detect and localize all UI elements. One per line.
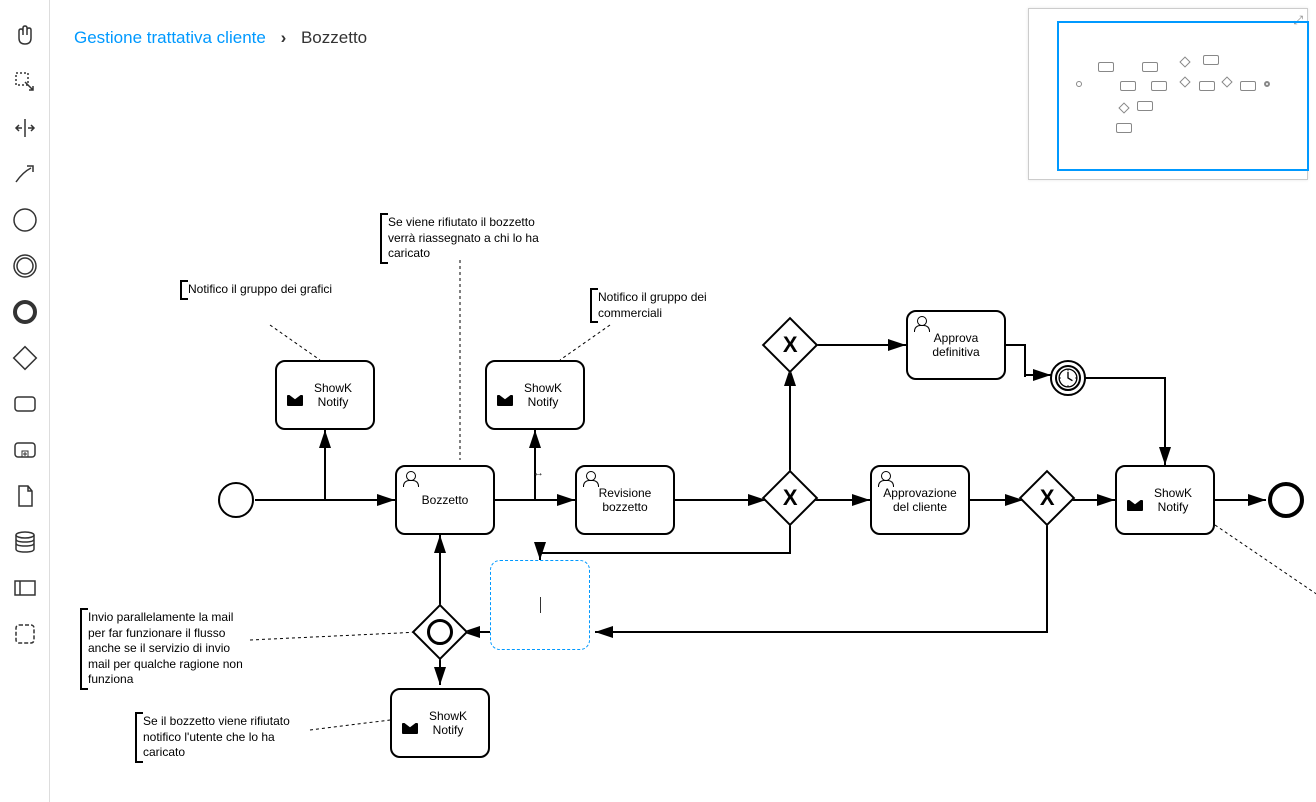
task-label: Bozzetto <box>422 493 469 507</box>
task-label: ShowK Notify <box>507 381 579 409</box>
breadcrumb-current: Bozzetto <box>301 28 367 47</box>
task-bozzetto[interactable]: Bozzetto <box>395 465 495 535</box>
minimap[interactable]: ⤢ <box>1028 8 1308 180</box>
data-store-icon[interactable] <box>9 526 41 558</box>
subprocess-icon[interactable] <box>9 434 41 466</box>
gateway-exclusive-1[interactable] <box>762 470 819 527</box>
task-approvazione[interactable]: Approvazione del cliente <box>870 465 970 535</box>
gateway-inclusive[interactable] <box>412 604 469 661</box>
annotation-4[interactable]: Invio parallelamente la mail per far fun… <box>80 610 250 688</box>
annotation-5[interactable]: Se il bozzetto viene rifiutato notifico … <box>135 714 305 761</box>
task-approva-definitiva[interactable]: Approva definitiva <box>906 310 1006 380</box>
task-icon[interactable] <box>9 388 41 420</box>
start-event-icon[interactable] <box>9 204 41 236</box>
task-label: ShowK Notify <box>297 381 369 409</box>
hand-tool-icon[interactable] <box>9 20 41 52</box>
user-icon <box>583 472 599 486</box>
mail-icon <box>1127 500 1143 511</box>
participant-icon[interactable] <box>9 572 41 604</box>
breadcrumb: Gestione trattativa cliente › Bozzetto <box>74 28 367 48</box>
task-revisione[interactable]: Revisione bozzetto <box>575 465 675 535</box>
text-cursor <box>540 597 541 613</box>
mail-icon <box>497 395 513 406</box>
annotation-2[interactable]: Se viene rifiutato il bozzetto verrà ria… <box>380 215 550 262</box>
task-notify-2[interactable]: ShowK Notify <box>485 360 585 430</box>
task-notify-3[interactable]: ShowK Notify <box>1115 465 1215 535</box>
group-icon[interactable] <box>9 618 41 650</box>
space-tool-icon[interactable] <box>9 112 41 144</box>
annotation-1[interactable]: Notifico il gruppo dei grafici <box>180 282 332 298</box>
task-label: ShowK Notify <box>412 709 484 737</box>
user-icon <box>403 472 419 486</box>
resize-handle-icon[interactable]: ↔ <box>533 467 544 479</box>
task-editing[interactable] <box>490 560 590 650</box>
mail-icon <box>287 395 303 406</box>
user-icon <box>878 472 894 486</box>
canvas-area[interactable]: Gestione trattativa cliente › Bozzetto ⤢ <box>50 0 1316 802</box>
breadcrumb-parent-link[interactable]: Gestione trattativa cliente <box>74 28 266 47</box>
minimap-content <box>1059 29 1277 159</box>
breadcrumb-separator: › <box>281 28 287 47</box>
end-event-icon[interactable] <box>9 296 41 328</box>
task-notify-4[interactable]: ShowK Notify <box>390 688 490 758</box>
gateway-exclusive-3[interactable] <box>1019 470 1076 527</box>
start-event[interactable] <box>218 482 254 518</box>
task-notify-1[interactable]: ShowK Notify <box>275 360 375 430</box>
toolbar <box>0 0 50 802</box>
timer-event[interactable] <box>1050 360 1086 396</box>
data-object-icon[interactable] <box>9 480 41 512</box>
lasso-tool-icon[interactable] <box>9 66 41 98</box>
user-icon <box>914 317 930 331</box>
mail-icon <box>402 723 418 734</box>
end-event[interactable] <box>1268 482 1304 518</box>
task-label: Approvazione del cliente <box>876 486 964 514</box>
connect-tool-icon[interactable] <box>9 158 41 190</box>
intermediate-event-icon[interactable] <box>9 250 41 282</box>
task-label: ShowK Notify <box>1137 486 1209 514</box>
task-label: Revisione bozzetto <box>581 486 669 514</box>
task-label: Approva definitiva <box>912 331 1000 359</box>
gateway-icon[interactable] <box>9 342 41 374</box>
gateway-exclusive-2[interactable] <box>762 317 819 374</box>
annotation-3[interactable]: Notifico il gruppo dei commerciali <box>590 290 760 321</box>
